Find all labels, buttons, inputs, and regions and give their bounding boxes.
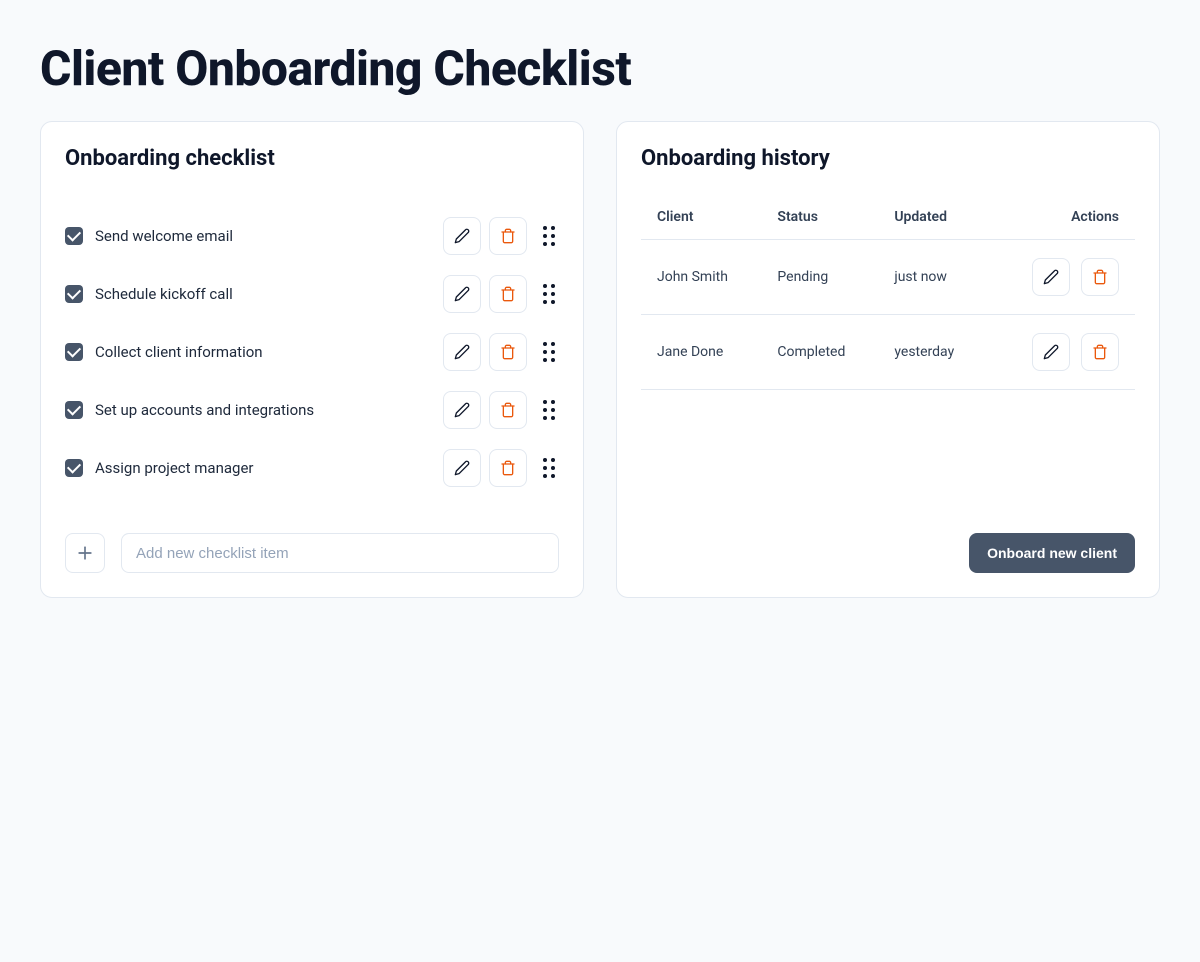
cell-updated: just now xyxy=(878,240,985,315)
table-row: Jane Done Completed yesterday xyxy=(641,315,1135,390)
history-card-title: Onboarding history xyxy=(641,146,1135,171)
edit-button[interactable] xyxy=(443,217,481,255)
drag-handle-icon[interactable] xyxy=(539,284,559,304)
edit-button[interactable] xyxy=(1032,258,1070,296)
cell-status: Completed xyxy=(761,315,878,390)
add-checklist-item-input[interactable] xyxy=(121,533,559,573)
trash-icon xyxy=(500,460,516,476)
cell-updated: yesterday xyxy=(878,315,985,390)
cell-status: Pending xyxy=(761,240,878,315)
edit-button[interactable] xyxy=(443,275,481,313)
checklist-checkbox[interactable] xyxy=(65,285,83,303)
checklist-card-title: Onboarding checklist xyxy=(65,146,559,171)
plus-icon xyxy=(75,543,95,563)
checklist-item-label: Assign project manager xyxy=(95,459,254,477)
onboarding-history-card: Onboarding history Client Status Updated… xyxy=(616,121,1160,598)
trash-icon xyxy=(500,344,516,360)
checklist-item: Set up accounts and integrations xyxy=(65,385,559,435)
trash-icon xyxy=(500,286,516,302)
delete-button[interactable] xyxy=(489,217,527,255)
cell-actions xyxy=(986,240,1135,315)
checklist-item-label: Schedule kickoff call xyxy=(95,285,233,303)
onboard-new-client-button[interactable]: Onboard new client xyxy=(969,533,1135,573)
page-title: Client Onboarding Checklist xyxy=(40,40,1160,97)
pencil-icon xyxy=(454,286,470,302)
trash-icon xyxy=(500,228,516,244)
trash-icon xyxy=(1092,344,1108,360)
checklist-item: Send welcome email xyxy=(65,211,559,261)
checklist-item: Schedule kickoff call xyxy=(65,269,559,319)
checklist-item-label: Set up accounts and integrations xyxy=(95,401,314,419)
onboarding-checklist-card: Onboarding checklist Send welcome email xyxy=(40,121,584,598)
pencil-icon xyxy=(1043,344,1059,360)
checklist-checkbox[interactable] xyxy=(65,227,83,245)
cell-actions xyxy=(986,315,1135,390)
drag-handle-icon[interactable] xyxy=(539,226,559,246)
table-header-client: Client xyxy=(641,195,761,240)
history-table: Client Status Updated Actions John Smith… xyxy=(641,195,1135,390)
add-checklist-item-button[interactable] xyxy=(65,533,105,573)
delete-button[interactable] xyxy=(489,333,527,371)
table-header-status: Status xyxy=(761,195,878,240)
drag-handle-icon[interactable] xyxy=(539,458,559,478)
delete-button[interactable] xyxy=(489,275,527,313)
checklist-item: Assign project manager xyxy=(65,443,559,493)
cell-client: John Smith xyxy=(641,240,761,315)
pencil-icon xyxy=(454,228,470,244)
edit-button[interactable] xyxy=(443,391,481,429)
edit-button[interactable] xyxy=(443,449,481,487)
pencil-icon xyxy=(454,344,470,360)
edit-button[interactable] xyxy=(443,333,481,371)
checklist-checkbox[interactable] xyxy=(65,343,83,361)
checklist-checkbox[interactable] xyxy=(65,401,83,419)
checklist-item: Collect client information xyxy=(65,327,559,377)
drag-handle-icon[interactable] xyxy=(539,400,559,420)
checklist-list: Send welcome email xyxy=(65,211,559,493)
trash-icon xyxy=(500,402,516,418)
drag-handle-icon[interactable] xyxy=(539,342,559,362)
pencil-icon xyxy=(1043,269,1059,285)
pencil-icon xyxy=(454,402,470,418)
edit-button[interactable] xyxy=(1032,333,1070,371)
checklist-item-label: Send welcome email xyxy=(95,227,233,245)
checklist-checkbox[interactable] xyxy=(65,459,83,477)
cell-client: Jane Done xyxy=(641,315,761,390)
delete-button[interactable] xyxy=(489,449,527,487)
delete-button[interactable] xyxy=(489,391,527,429)
table-row: John Smith Pending just now xyxy=(641,240,1135,315)
delete-button[interactable] xyxy=(1081,258,1119,296)
table-header-actions: Actions xyxy=(986,195,1135,240)
pencil-icon xyxy=(454,460,470,476)
delete-button[interactable] xyxy=(1081,333,1119,371)
checklist-item-label: Collect client information xyxy=(95,343,263,361)
trash-icon xyxy=(1092,269,1108,285)
table-header-updated: Updated xyxy=(878,195,985,240)
